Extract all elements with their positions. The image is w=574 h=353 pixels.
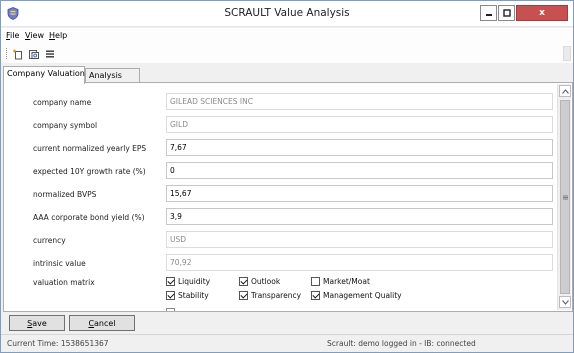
company-name-field[interactable]: GILEAD SCIENCES INC: [166, 93, 553, 110]
row-currency: currency USD: [21, 231, 557, 249]
stability-label: Stability: [178, 291, 209, 300]
row-partial-next: [21, 307, 557, 311]
button-bar: Save Cancel: [1, 313, 573, 333]
chevron-up-icon: [561, 88, 569, 94]
eps-label: current normalized yearly EPS: [33, 144, 147, 153]
company-symbol-field[interactable]: GILD: [166, 116, 553, 133]
stability-checkbox[interactable]: Stability: [166, 291, 209, 300]
market-moat-check-icon: [311, 277, 320, 286]
scroll-up-button[interactable]: [559, 85, 571, 97]
row-growth: expected 10Y growth rate (%) 0: [21, 162, 557, 180]
new-icon: [12, 49, 22, 59]
company-symbol-label: company symbol: [33, 121, 98, 130]
row-company-symbol: company symbol GILD: [21, 116, 557, 134]
currency-label: currency: [33, 236, 66, 245]
save-button[interactable]: Save: [9, 315, 65, 331]
menu-help[interactable]: Help: [49, 31, 67, 40]
outlook-label: Outlook: [251, 277, 281, 286]
open-button[interactable]: [27, 47, 40, 60]
transparency-check-icon: [239, 291, 248, 300]
row-bvps: normalized BVPS 15,67: [21, 185, 557, 203]
row-intrinsic-value: intrinsic value 70,92: [21, 254, 557, 272]
row-valuation-matrix: valuation matrix Liquidity Outlook Marke…: [21, 275, 557, 309]
toolbar-overflow-button[interactable]: [563, 46, 571, 61]
close-icon: x: [539, 8, 545, 18]
vertical-scrollbar[interactable]: [557, 84, 571, 310]
bond-yield-label: AAA corporate bond yield (%): [33, 213, 145, 222]
scroll-thumb[interactable]: [560, 100, 570, 294]
liquidity-label: Liquidity: [178, 277, 211, 286]
stability-check-icon: [166, 291, 175, 300]
menu-help-label: elp: [55, 31, 68, 40]
tab-strip: Company Valuation Analysis: [1, 65, 573, 84]
row-eps: current normalized yearly EPS 7,67: [21, 139, 557, 157]
chevron-down-icon: [561, 299, 569, 305]
tab-analysis[interactable]: Analysis: [85, 68, 140, 83]
minimize-icon: [485, 14, 492, 16]
growth-rate-label: expected 10Y growth rate (%): [33, 167, 146, 176]
open-icon: [28, 49, 39, 59]
intrinsic-value-label: intrinsic value: [33, 259, 86, 268]
form-scroll-area: company name GILEAD SCIENCES INC company…: [21, 89, 557, 311]
partial-checkbox[interactable]: [166, 308, 175, 311]
toolbar: [1, 44, 573, 63]
valuation-matrix-label: valuation matrix: [33, 278, 95, 287]
menu-bar: File View Help: [1, 28, 573, 44]
currency-field[interactable]: USD: [166, 231, 553, 248]
row-bond-yield: AAA corporate bond yield (%) 3,9: [21, 208, 557, 226]
outlook-checkbox[interactable]: Outlook: [239, 277, 280, 286]
connection-status: Scrault: demo logged in - IB: connected: [327, 339, 476, 348]
management-quality-checkbox[interactable]: Management Quality: [311, 291, 402, 300]
market-moat-label: Market/Moat: [323, 277, 370, 286]
menu-view[interactable]: View: [25, 31, 44, 40]
menu-view-label: iew: [30, 31, 44, 40]
valuation-panel: company name GILEAD SCIENCES INC company…: [3, 82, 573, 312]
list-button[interactable]: [43, 47, 56, 60]
liquidity-checkbox[interactable]: Liquidity: [166, 277, 210, 286]
cancel-button[interactable]: Cancel: [69, 315, 135, 331]
maximize-icon: [502, 9, 511, 17]
new-button[interactable]: [11, 47, 24, 60]
menu-file[interactable]: File: [6, 31, 19, 40]
liquidity-check-icon: [166, 277, 175, 286]
tab-company-valuation[interactable]: Company Valuation: [3, 66, 85, 84]
growth-rate-field[interactable]: 0: [166, 162, 553, 179]
bvps-label: normalized BVPS: [33, 190, 97, 199]
intrinsic-value-field[interactable]: 70,92: [166, 254, 553, 271]
toolbar-grip[interactable]: [6, 48, 8, 59]
app-window: SCRAULT Value Analysis x File View Help: [0, 0, 574, 353]
bvps-field[interactable]: 15,67: [166, 185, 553, 202]
list-icon: [45, 50, 54, 57]
transparency-checkbox[interactable]: Transparency: [239, 291, 301, 300]
row-company-name: company name GILEAD SCIENCES INC: [21, 93, 557, 111]
transparency-label: Transparency: [251, 291, 302, 300]
management-quality-label: Management Quality: [323, 291, 402, 300]
cancel-label: ancel: [94, 318, 116, 328]
eps-field[interactable]: 7,67: [166, 139, 553, 156]
scroll-down-button[interactable]: [559, 296, 571, 308]
close-button[interactable]: x: [516, 5, 568, 21]
status-bar: Current Time: 1538651367 Scrault: demo l…: [1, 334, 573, 352]
grip-lines-icon: [562, 195, 568, 199]
title-bar: SCRAULT Value Analysis x: [1, 1, 573, 27]
save-label: ave: [32, 318, 47, 328]
menu-file-label: ile: [10, 31, 20, 40]
minimize-button[interactable]: [480, 5, 497, 21]
bond-yield-field[interactable]: 3,9: [166, 208, 553, 225]
maximize-button[interactable]: [498, 5, 515, 21]
market-moat-checkbox[interactable]: Market/Moat: [311, 277, 370, 286]
management-quality-check-icon: [311, 291, 320, 300]
current-time-status: Current Time: 1538651367: [7, 339, 109, 348]
outlook-check-icon: [239, 277, 248, 286]
company-name-label: company name: [33, 98, 92, 107]
